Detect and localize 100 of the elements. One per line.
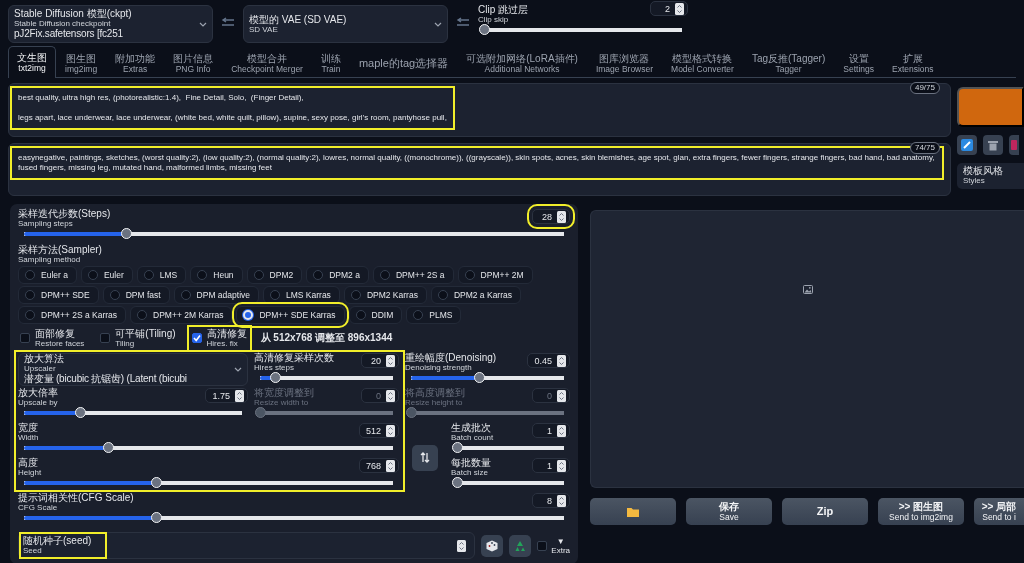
radio-button[interactable] <box>180 290 191 300</box>
radio-button[interactable] <box>413 310 424 320</box>
tab[interactable]: 模型格式转换 Model Converter <box>662 48 743 78</box>
radio-option[interactable]: DPM2 <box>246 266 303 284</box>
tab[interactable]: 图库浏览器 Image Browser <box>586 48 663 78</box>
radio-button[interactable] <box>25 310 35 320</box>
radio-button[interactable] <box>109 290 120 300</box>
swap-button[interactable] <box>412 444 438 471</box>
radio-option[interactable]: DPM++ 2M <box>457 266 533 284</box>
spinner-icon <box>557 424 566 437</box>
prompt-field[interactable]: best quality, ultra high res, (photorealistic:1.4), Fine Detail, Solo, (Finger Detail), legs apart, lace underwear, lace underwear, (white bed, white quilt, pillow), supine, sexy pose, girl's room, pantyhose pull, <box>12 88 453 128</box>
radio-option[interactable]: DDIM <box>348 306 403 324</box>
tab[interactable]: 图片信息 PNG Info <box>164 48 223 78</box>
radio-button[interactable] <box>379 270 390 280</box>
dropdown[interactable]: Stable Diffusion 模型(ckpt) Stable Diffusion checkpoint pJ2Fix.safetensors [fc251 <box>8 5 213 43</box>
dice-icon <box>486 539 499 552</box>
output-button[interactable]: >> 局部 Send to i <box>974 498 1024 525</box>
radio-button[interactable] <box>313 270 324 280</box>
tab[interactable]: 图生图 img2img <box>56 48 107 78</box>
radio-button[interactable] <box>25 290 35 300</box>
generate-button[interactable] <box>957 87 1024 127</box>
radio-option[interactable]: DPM2 a <box>306 266 369 284</box>
slider-sublabel: Denoising strength <box>405 363 472 372</box>
spinner-icon <box>557 494 566 507</box>
number-field[interactable]: 1 <box>532 458 570 473</box>
radio-option[interactable]: DPM++ 2M Karras <box>130 306 233 324</box>
extra-label: Extra <box>551 545 570 555</box>
radio-button[interactable] <box>143 270 154 280</box>
output-button[interactable]: 保存 Save <box>686 498 772 525</box>
tab[interactable]: 文生图 txt2img <box>8 46 56 78</box>
radio-button[interactable] <box>253 270 264 280</box>
tab[interactable]: Tag反推(Tagger) Tagger <box>742 48 835 78</box>
reuse-seed-button[interactable] <box>509 534 532 557</box>
dropdown[interactable]: 模型的 VAE (SD VAE) SD VAE <box>243 5 448 43</box>
radio-option[interactable]: DPM++ 2S a Karras <box>18 306 127 324</box>
number-field[interactable]: 512 <box>358 423 399 438</box>
radio-button[interactable] <box>137 310 148 320</box>
radio-option[interactable]: LMS <box>136 266 187 284</box>
slider-label: 提示词相关性(CFG Scale) <box>18 493 134 503</box>
radio-button[interactable] <box>87 270 98 280</box>
arrow-left-icon <box>221 17 235 27</box>
tab[interactable]: 附加功能 Extras <box>106 48 165 78</box>
radio-option[interactable]: DPM++ 2S a <box>372 266 454 284</box>
trash-icon <box>988 139 998 151</box>
trash-button[interactable] <box>983 135 1003 155</box>
radio-button[interactable] <box>197 270 208 280</box>
pen-icon <box>961 139 973 151</box>
radio-button[interactable] <box>25 270 35 280</box>
number-field[interactable]: 1 <box>532 423 570 438</box>
radio-button[interactable] <box>270 290 280 300</box>
output-button[interactable]: Zip <box>782 498 868 525</box>
radio-option[interactable]: Heun <box>190 266 243 284</box>
radio-option[interactable]: DPM fast <box>102 286 170 304</box>
dropdown-value: pJ2Fix.safetensors [fc251 <box>14 27 123 40</box>
radio-option[interactable]: DPM++ SDE <box>18 286 99 304</box>
style-button[interactable] <box>1009 135 1019 155</box>
apply-style-button[interactable] <box>957 135 977 155</box>
arrow-left-icon <box>456 17 470 27</box>
radio-button[interactable] <box>437 290 448 300</box>
folder-icon <box>627 506 639 517</box>
checkbox[interactable] <box>537 540 548 551</box>
tab[interactable]: 可选附加网络(LoRA插件) Additional Networks <box>457 48 587 78</box>
checkbox[interactable] <box>100 333 111 343</box>
random-seed-button[interactable] <box>481 534 504 557</box>
folder-button[interactable] <box>590 498 676 525</box>
slider-label: 采样迭代步数(Steps) <box>18 209 111 219</box>
radio-option[interactable]: Euler a <box>18 266 77 284</box>
radio-option[interactable]: Euler <box>80 266 133 284</box>
tab[interactable]: 扩展 Extensions <box>883 48 943 78</box>
radio-button[interactable] <box>350 290 361 300</box>
spinner-icon <box>457 539 467 552</box>
checkbox[interactable] <box>20 333 30 343</box>
radio-option[interactable]: DPM2 a Karras <box>430 286 521 304</box>
radio-option[interactable]: DPM adaptive <box>173 286 259 304</box>
token-counter: 49/75 <box>909 82 940 94</box>
number-field[interactable]: 2 <box>650 1 688 16</box>
seed-sublabel: Seed <box>23 546 42 555</box>
number-field[interactable]: 8 <box>532 493 570 508</box>
tab[interactable]: maple的tag选择器 <box>349 48 458 78</box>
token-counter: 74/75 <box>909 141 940 154</box>
radio-option[interactable]: PLMS <box>406 306 462 324</box>
radio-option[interactable]: DPM2 Karras <box>343 286 427 304</box>
slider-label: 高度 <box>18 458 38 468</box>
seed-field[interactable]: 随机种子(seed) Seed <box>18 532 476 559</box>
spinner-icon <box>557 210 566 223</box>
number-field[interactable]: 768 <box>358 458 399 473</box>
tab[interactable]: 模型合并 Checkpoint Merger <box>222 48 312 78</box>
radio-button[interactable] <box>355 310 366 320</box>
output-button[interactable]: >> 图生图 Send to img2img <box>878 498 964 525</box>
slider-label: 放大倍率 <box>18 388 58 398</box>
number-field[interactable]: 20 <box>361 353 399 368</box>
tab[interactable]: 训练 Train <box>311 48 350 78</box>
number-field[interactable]: 1.75 <box>205 388 248 403</box>
dropdown[interactable]: 放大算法 Upscaler 潜变量 (bicubic 抗锯齿) (Latent (bicubi <box>18 353 248 386</box>
radio-button[interactable] <box>464 270 475 280</box>
chevron-down-icon <box>199 21 207 27</box>
tab[interactable]: 设置 Settings <box>834 48 883 78</box>
styles-dropdown[interactable]: 模板风格 Styles <box>957 163 1024 189</box>
number-field[interactable]: 0.45 <box>527 353 570 368</box>
checkbox[interactable] <box>191 333 202 343</box>
